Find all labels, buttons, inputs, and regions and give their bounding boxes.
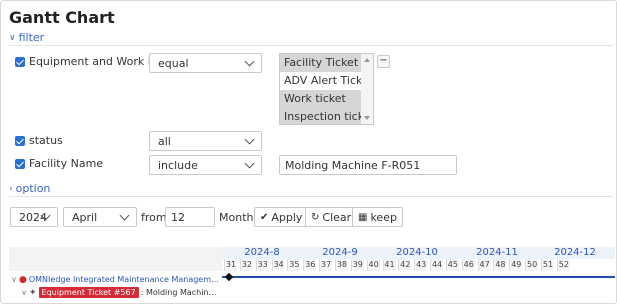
gantt-week-label: 37 xyxy=(319,259,333,271)
apply-button-label: Apply xyxy=(271,210,303,224)
facility-name-checkbox[interactable] xyxy=(15,158,25,169)
listbox-scrollbar[interactable] xyxy=(361,54,373,124)
chevron-down-icon xyxy=(244,134,255,145)
option-toggle-label: option xyxy=(15,182,51,195)
chevron-down-icon xyxy=(244,158,255,169)
status-label: status xyxy=(29,134,63,147)
milestone-marker[interactable] xyxy=(224,272,234,282)
task-name[interactable]: OMNIedge Integrated Maintenance Managem… xyxy=(29,275,219,284)
check-icon: ✔ xyxy=(260,211,269,223)
status-select[interactable]: all xyxy=(149,131,262,151)
facility-name-label: Facility Name xyxy=(29,157,104,170)
ticket-type-listbox[interactable]: Facility Ticket ADV Alert Ticket Work ti… xyxy=(279,53,374,125)
divider xyxy=(9,196,613,197)
equipment-work-list-filter[interactable]: Equipment and Work List xyxy=(15,55,167,68)
listbox-option-inspection-ticket[interactable]: Inspection ticket xyxy=(280,108,362,124)
gantt-week-label: 51 xyxy=(541,259,554,271)
gantt-week-label: 40 xyxy=(366,259,380,271)
remove-condition-button[interactable]: − xyxy=(377,55,390,68)
gantt-week-label: 48 xyxy=(493,259,507,271)
listbox-option-adv-alert-ticket[interactable]: ADV Alert Ticket xyxy=(280,72,362,90)
gantt-body: ∨ ● OMNIedge Integrated Maintenance Mana… xyxy=(9,271,615,301)
gantt-month-label: 2024-8 xyxy=(244,247,280,258)
listbox-option-facility-ticket[interactable]: Facility Ticket xyxy=(280,54,362,72)
chevron-down-icon[interactable]: ∨ xyxy=(9,275,19,284)
months-count-input[interactable]: 12 xyxy=(165,207,215,227)
gantt-task-bar[interactable] xyxy=(222,276,615,278)
gantt-header: 2024-8 2024-9 2024-10 2024-11 2024-12 31 32 33… xyxy=(9,247,615,271)
listbox-option-work-ticket[interactable]: Work ticket xyxy=(280,90,362,108)
gantt-week-label: 49 xyxy=(509,259,523,271)
chevron-down-icon xyxy=(119,210,130,221)
month-select[interactable]: April xyxy=(63,207,137,227)
tag-icon: ✦ xyxy=(29,287,37,298)
ticket-badge[interactable]: Equipment Ticket #567 xyxy=(38,287,139,298)
status-select-value: all xyxy=(158,134,171,148)
gantt-week-row: 31 32 33 34 35 36 37 38 39 40 41 42 43 44 45 46 47 48 49 50… xyxy=(222,259,615,271)
facility-name-filter[interactable]: Facility Name xyxy=(15,157,103,170)
gantt-week-label: 42 xyxy=(398,259,412,271)
from-label: from xyxy=(141,211,167,224)
keep-button[interactable]: ▦ keep xyxy=(352,207,403,227)
gantt-week-label: 52 xyxy=(556,259,570,271)
facility-name-operator-value: include xyxy=(158,158,198,172)
keep-button-label: keep xyxy=(370,210,397,224)
gantt-month-label: 2024-9 xyxy=(322,247,358,258)
gantt-week-label: 32 xyxy=(239,259,253,271)
facility-name-operator-select[interactable]: include xyxy=(149,155,262,175)
apply-button[interactable]: ✔ Apply xyxy=(254,207,309,227)
gantt-task-row[interactable]: ∨ ● OMNIedge Integrated Maintenance Mana… xyxy=(9,273,222,286)
gantt-week-label: 33 xyxy=(255,259,269,271)
month-select-value: April xyxy=(72,210,98,224)
gantt-week-label: 50 xyxy=(525,259,539,271)
gantt-header-task-column xyxy=(9,247,222,271)
ticket-detail: : Molding Machin… xyxy=(140,288,217,297)
gantt-week-label: 46 xyxy=(461,259,475,271)
gantt-week-label: 47 xyxy=(477,259,491,271)
gantt-week-label: 31 xyxy=(224,259,237,271)
option-toggle[interactable]: › option xyxy=(9,182,50,195)
gantt-month-row: 2024-8 2024-9 2024-10 2024-11 2024-12 xyxy=(222,247,615,259)
organization-icon: ● xyxy=(19,274,27,285)
gantt-week-label: 34 xyxy=(271,259,285,271)
year-select[interactable]: 2024 xyxy=(10,207,58,227)
page-title: Gantt Chart xyxy=(9,8,115,27)
status-checkbox[interactable] xyxy=(15,135,25,146)
filter-toggle[interactable]: ∨ filter xyxy=(9,31,44,44)
equipment-work-list-operator-value: equal xyxy=(158,56,189,70)
chevron-down-icon[interactable]: ∨ xyxy=(19,288,29,297)
chevron-down-icon xyxy=(244,56,255,67)
clear-button-label: Clear xyxy=(322,210,352,224)
gantt-week-label: 38 xyxy=(334,259,348,271)
gantt-week-label: 43 xyxy=(414,259,428,271)
scroll-down-icon[interactable] xyxy=(364,116,370,120)
chevron-right-icon: › xyxy=(9,183,13,194)
equipment-work-list-checkbox[interactable] xyxy=(15,56,25,67)
gantt-week-label: 39 xyxy=(350,259,364,271)
scroll-up-icon[interactable] xyxy=(364,58,370,62)
gantt-week-label: 35 xyxy=(287,259,301,271)
clear-button[interactable]: ↻ Clear xyxy=(305,207,358,227)
gantt-month-label: 2024-12 xyxy=(554,247,596,258)
gantt-month-label: 2024-10 xyxy=(396,247,438,258)
gantt-week-label: 45 xyxy=(445,259,459,271)
chevron-down-icon: ∨ xyxy=(9,32,16,43)
save-icon: ▦ xyxy=(358,211,368,223)
facility-name-input[interactable]: Molding Machine F-R051 xyxy=(279,155,457,175)
gantt-month-label: 2024-11 xyxy=(476,247,518,258)
equipment-work-list-label: Equipment and Work List xyxy=(29,55,167,68)
gantt-week-label: 36 xyxy=(303,259,317,271)
divider xyxy=(9,45,613,46)
status-filter[interactable]: status xyxy=(15,134,63,147)
refresh-icon: ↻ xyxy=(311,211,320,223)
equipment-work-list-operator-select[interactable]: equal xyxy=(149,53,262,73)
facility-name-input-value: Molding Machine F-R051 xyxy=(285,158,421,172)
filter-toggle-label: filter xyxy=(18,31,45,44)
gantt-task-row[interactable]: ∨ ✦ Equipment Ticket #567 : Molding Mach… xyxy=(9,286,222,299)
months-count-value: 12 xyxy=(171,210,185,224)
gantt-week-label: 41 xyxy=(382,259,396,271)
gantt-week-label: 44 xyxy=(430,259,444,271)
